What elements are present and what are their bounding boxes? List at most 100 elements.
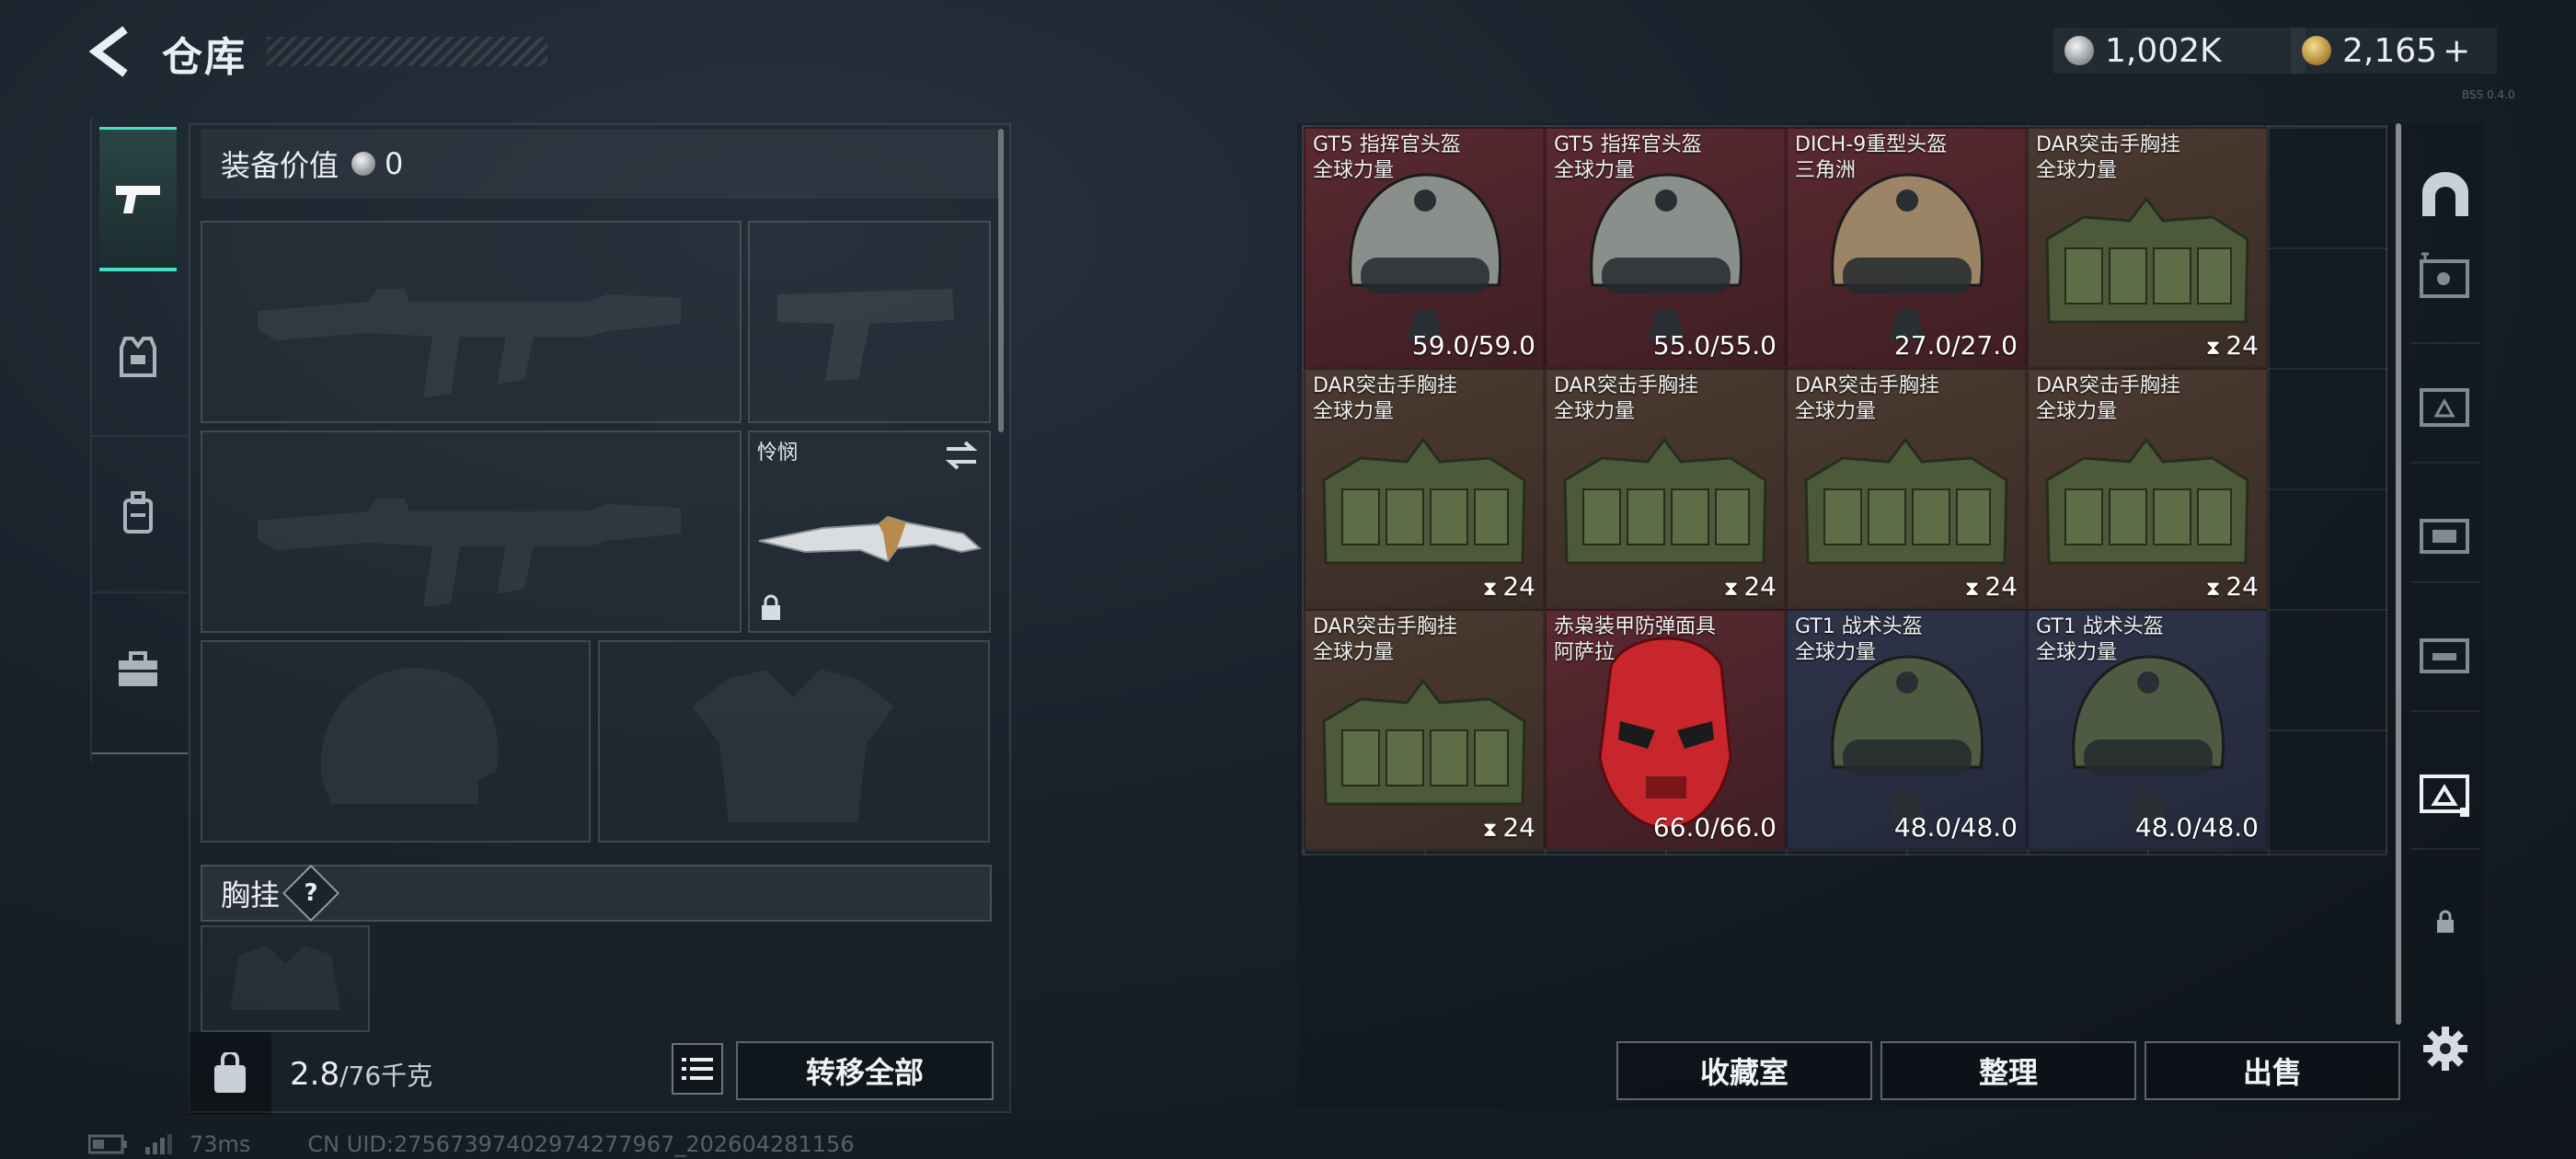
pistol-icon bbox=[116, 186, 160, 213]
capacity-icon: ⧗ bbox=[2205, 578, 2221, 601]
item-faction: 全球力量 bbox=[1795, 641, 1877, 664]
lock-icon bbox=[2437, 910, 2454, 933]
transfer-all-button[interactable]: 转移全部 bbox=[736, 1041, 994, 1100]
help-icon[interactable]: ? bbox=[282, 864, 340, 923]
item-value: 24 bbox=[1502, 571, 1535, 602]
warehouse-scrollbar[interactable] bbox=[2396, 123, 2401, 1025]
item-capacity: ⧗ 24 bbox=[1483, 812, 1535, 843]
knife-icon bbox=[758, 515, 983, 563]
tab-backpack[interactable] bbox=[99, 440, 177, 587]
inventory-item[interactable]: DAR突击手胸挂 全球力量 ⧗ 24 bbox=[1545, 368, 1786, 609]
item-faction: 全球力量 bbox=[2036, 641, 2118, 664]
item-value: 48.0/48.0 bbox=[1893, 812, 2018, 843]
title-decoration bbox=[267, 37, 547, 66]
equipment-scrollbar[interactable] bbox=[998, 129, 1004, 432]
item-value: 24 bbox=[1502, 812, 1535, 843]
tab-case[interactable] bbox=[99, 596, 177, 743]
item-capacity: ⧗ 24 bbox=[1965, 571, 2018, 602]
organize-button[interactable]: 整理 bbox=[1880, 1041, 2136, 1100]
tab-weapons[interactable] bbox=[99, 127, 177, 271]
inventory-item[interactable]: GT5 指挥官头盔 全球力量 59.0/59.0 bbox=[1304, 127, 1545, 368]
item-faction: 全球力量 bbox=[1554, 159, 1636, 182]
item-value: 24 bbox=[2225, 571, 2259, 602]
inventory-item[interactable]: 赤枭装甲防弹面具 阿萨拉 66.0/66.0 bbox=[1545, 609, 1786, 850]
list-view-button[interactable] bbox=[672, 1043, 723, 1095]
rifle-silhouette-icon bbox=[258, 289, 681, 397]
inventory-item[interactable]: DAR突击手胸挂 全球力量 ⧗ 24 bbox=[1304, 609, 1545, 850]
storage-page-3[interactable] bbox=[2410, 359, 2480, 451]
storage-page-4[interactable] bbox=[2410, 230, 2480, 322]
settings-button[interactable] bbox=[2410, 1003, 2480, 1095]
melee-name: 怜悯 bbox=[757, 442, 799, 465]
backpack-weight-button[interactable] bbox=[189, 1032, 271, 1115]
add-currency-icon[interactable]: + bbox=[2443, 32, 2470, 70]
item-label: GT5 指挥官头盔 全球力量 bbox=[1554, 132, 1702, 184]
silver-amount: 1,002K bbox=[2105, 31, 2222, 70]
item-label: GT5 指挥官头盔 全球力量 bbox=[1313, 132, 1461, 184]
gold-currency[interactable]: 2,165 + bbox=[2291, 28, 2497, 74]
status-bar: 73ms CN UID:2756739740297427796​7_202604… bbox=[88, 1131, 855, 1157]
item-label: DAR突击手胸挂 全球力量 bbox=[1313, 373, 1457, 425]
briefcase-icon bbox=[119, 651, 157, 686]
chest-rig-silhouette-icon bbox=[230, 946, 340, 1010]
item-capacity: ⧗ 24 bbox=[1724, 571, 1777, 602]
item-name: GT1 战术头盔 bbox=[1795, 615, 1923, 638]
storage-box-icon bbox=[2420, 775, 2469, 817]
inventory-item[interactable]: DICH-9重型头盔 三角洲 27.0/27.0 bbox=[1786, 127, 2027, 368]
equipment-value: 0 bbox=[385, 146, 404, 181]
collection-room-button[interactable]: 收藏室 bbox=[1616, 1041, 1872, 1100]
item-value: 55.0/55.0 bbox=[1652, 330, 1777, 361]
battery-icon bbox=[88, 1134, 127, 1154]
rifle-silhouette-icon bbox=[258, 499, 681, 607]
primary-weapon-slot-1[interactable] bbox=[201, 221, 742, 423]
item-faction: 全球力量 bbox=[2036, 159, 2118, 182]
inventory-item[interactable]: DAR突击手胸挂 全球力量 ⧗ 24 bbox=[2027, 368, 2268, 609]
item-faction: 全球力量 bbox=[2036, 400, 2118, 423]
item-capacity: ⧗ 24 bbox=[2206, 571, 2259, 602]
item-label: GT1 战术头盔 全球力量 bbox=[2036, 614, 2164, 666]
item-name: DAR突击手胸挂 bbox=[2036, 374, 2180, 397]
pistol-silhouette-icon bbox=[777, 289, 954, 381]
capacity-icon: ⧗ bbox=[1482, 819, 1498, 842]
item-value: 27.0/27.0 bbox=[1893, 330, 2018, 361]
melee-slot[interactable]: 怜悯 bbox=[748, 430, 991, 633]
item-name: DICH-9重型头盔 bbox=[1795, 133, 1948, 156]
bag-icon bbox=[214, 1052, 246, 1093]
backpack-icon bbox=[123, 491, 153, 534]
inventory-item[interactable]: DAR突击手胸挂 全球力量 ⧗ 24 bbox=[1786, 368, 2027, 609]
item-durability: 59.0/59.0 bbox=[1412, 330, 1535, 361]
primary-weapon-slot-2[interactable] bbox=[201, 430, 742, 633]
signal-icon bbox=[145, 1134, 172, 1154]
inventory-item[interactable]: DAR突击手胸挂 全球力量 ⧗ 24 bbox=[2027, 127, 2268, 368]
locked-storage-page[interactable] bbox=[2410, 876, 2480, 968]
item-label: GT1 战术头盔 全球力量 bbox=[1795, 614, 1923, 666]
helmet-slot[interactable] bbox=[201, 640, 591, 843]
tab-armor[interactable] bbox=[99, 283, 177, 430]
item-label: DAR突击手胸挂 全球力量 bbox=[1795, 373, 1939, 425]
lock-icon bbox=[762, 594, 780, 620]
item-label: DAR突击手胸挂 全球力量 bbox=[1554, 373, 1698, 425]
storage-page-2[interactable] bbox=[2410, 488, 2480, 580]
inventory-item[interactable]: GT1 战术头盔 全球力量 48.0/48.0 bbox=[2027, 609, 2268, 850]
sidearm-slot[interactable] bbox=[748, 221, 991, 423]
carry-weight: 2.8/76千克 bbox=[290, 1056, 432, 1093]
body-armor-slot[interactable] bbox=[598, 640, 990, 843]
storage-page-active[interactable] bbox=[2410, 745, 2480, 837]
inventory-item[interactable]: DAR突击手胸挂 全球力量 ⧗ 24 bbox=[1304, 368, 1545, 609]
sell-button[interactable]: 出售 bbox=[2145, 1041, 2400, 1100]
inventory-item[interactable]: GT5 指挥官头盔 全球力量 55.0/55.0 bbox=[1545, 127, 1786, 368]
storage-page-1[interactable] bbox=[2410, 607, 2480, 699]
inventory-item[interactable]: GT1 战术头盔 全球力量 48.0/48.0 bbox=[1786, 609, 2027, 850]
item-durability: 55.0/55.0 bbox=[1653, 330, 1777, 361]
list-icon bbox=[682, 1058, 713, 1080]
weight-max: /76千克 bbox=[339, 1061, 433, 1091]
capacity-icon: ⧗ bbox=[2205, 337, 2221, 360]
chest-rig-slot[interactable] bbox=[201, 925, 370, 1032]
storage-box-icon bbox=[2420, 519, 2469, 554]
back-arrow-icon[interactable] bbox=[88, 26, 134, 77]
item-durability: 27.0/27.0 bbox=[1894, 330, 2018, 361]
ping: 73ms bbox=[190, 1131, 251, 1157]
item-value: 24 bbox=[2225, 330, 2259, 361]
storage-page-main[interactable] bbox=[2410, 147, 2480, 239]
swap-icon[interactable] bbox=[943, 440, 980, 471]
